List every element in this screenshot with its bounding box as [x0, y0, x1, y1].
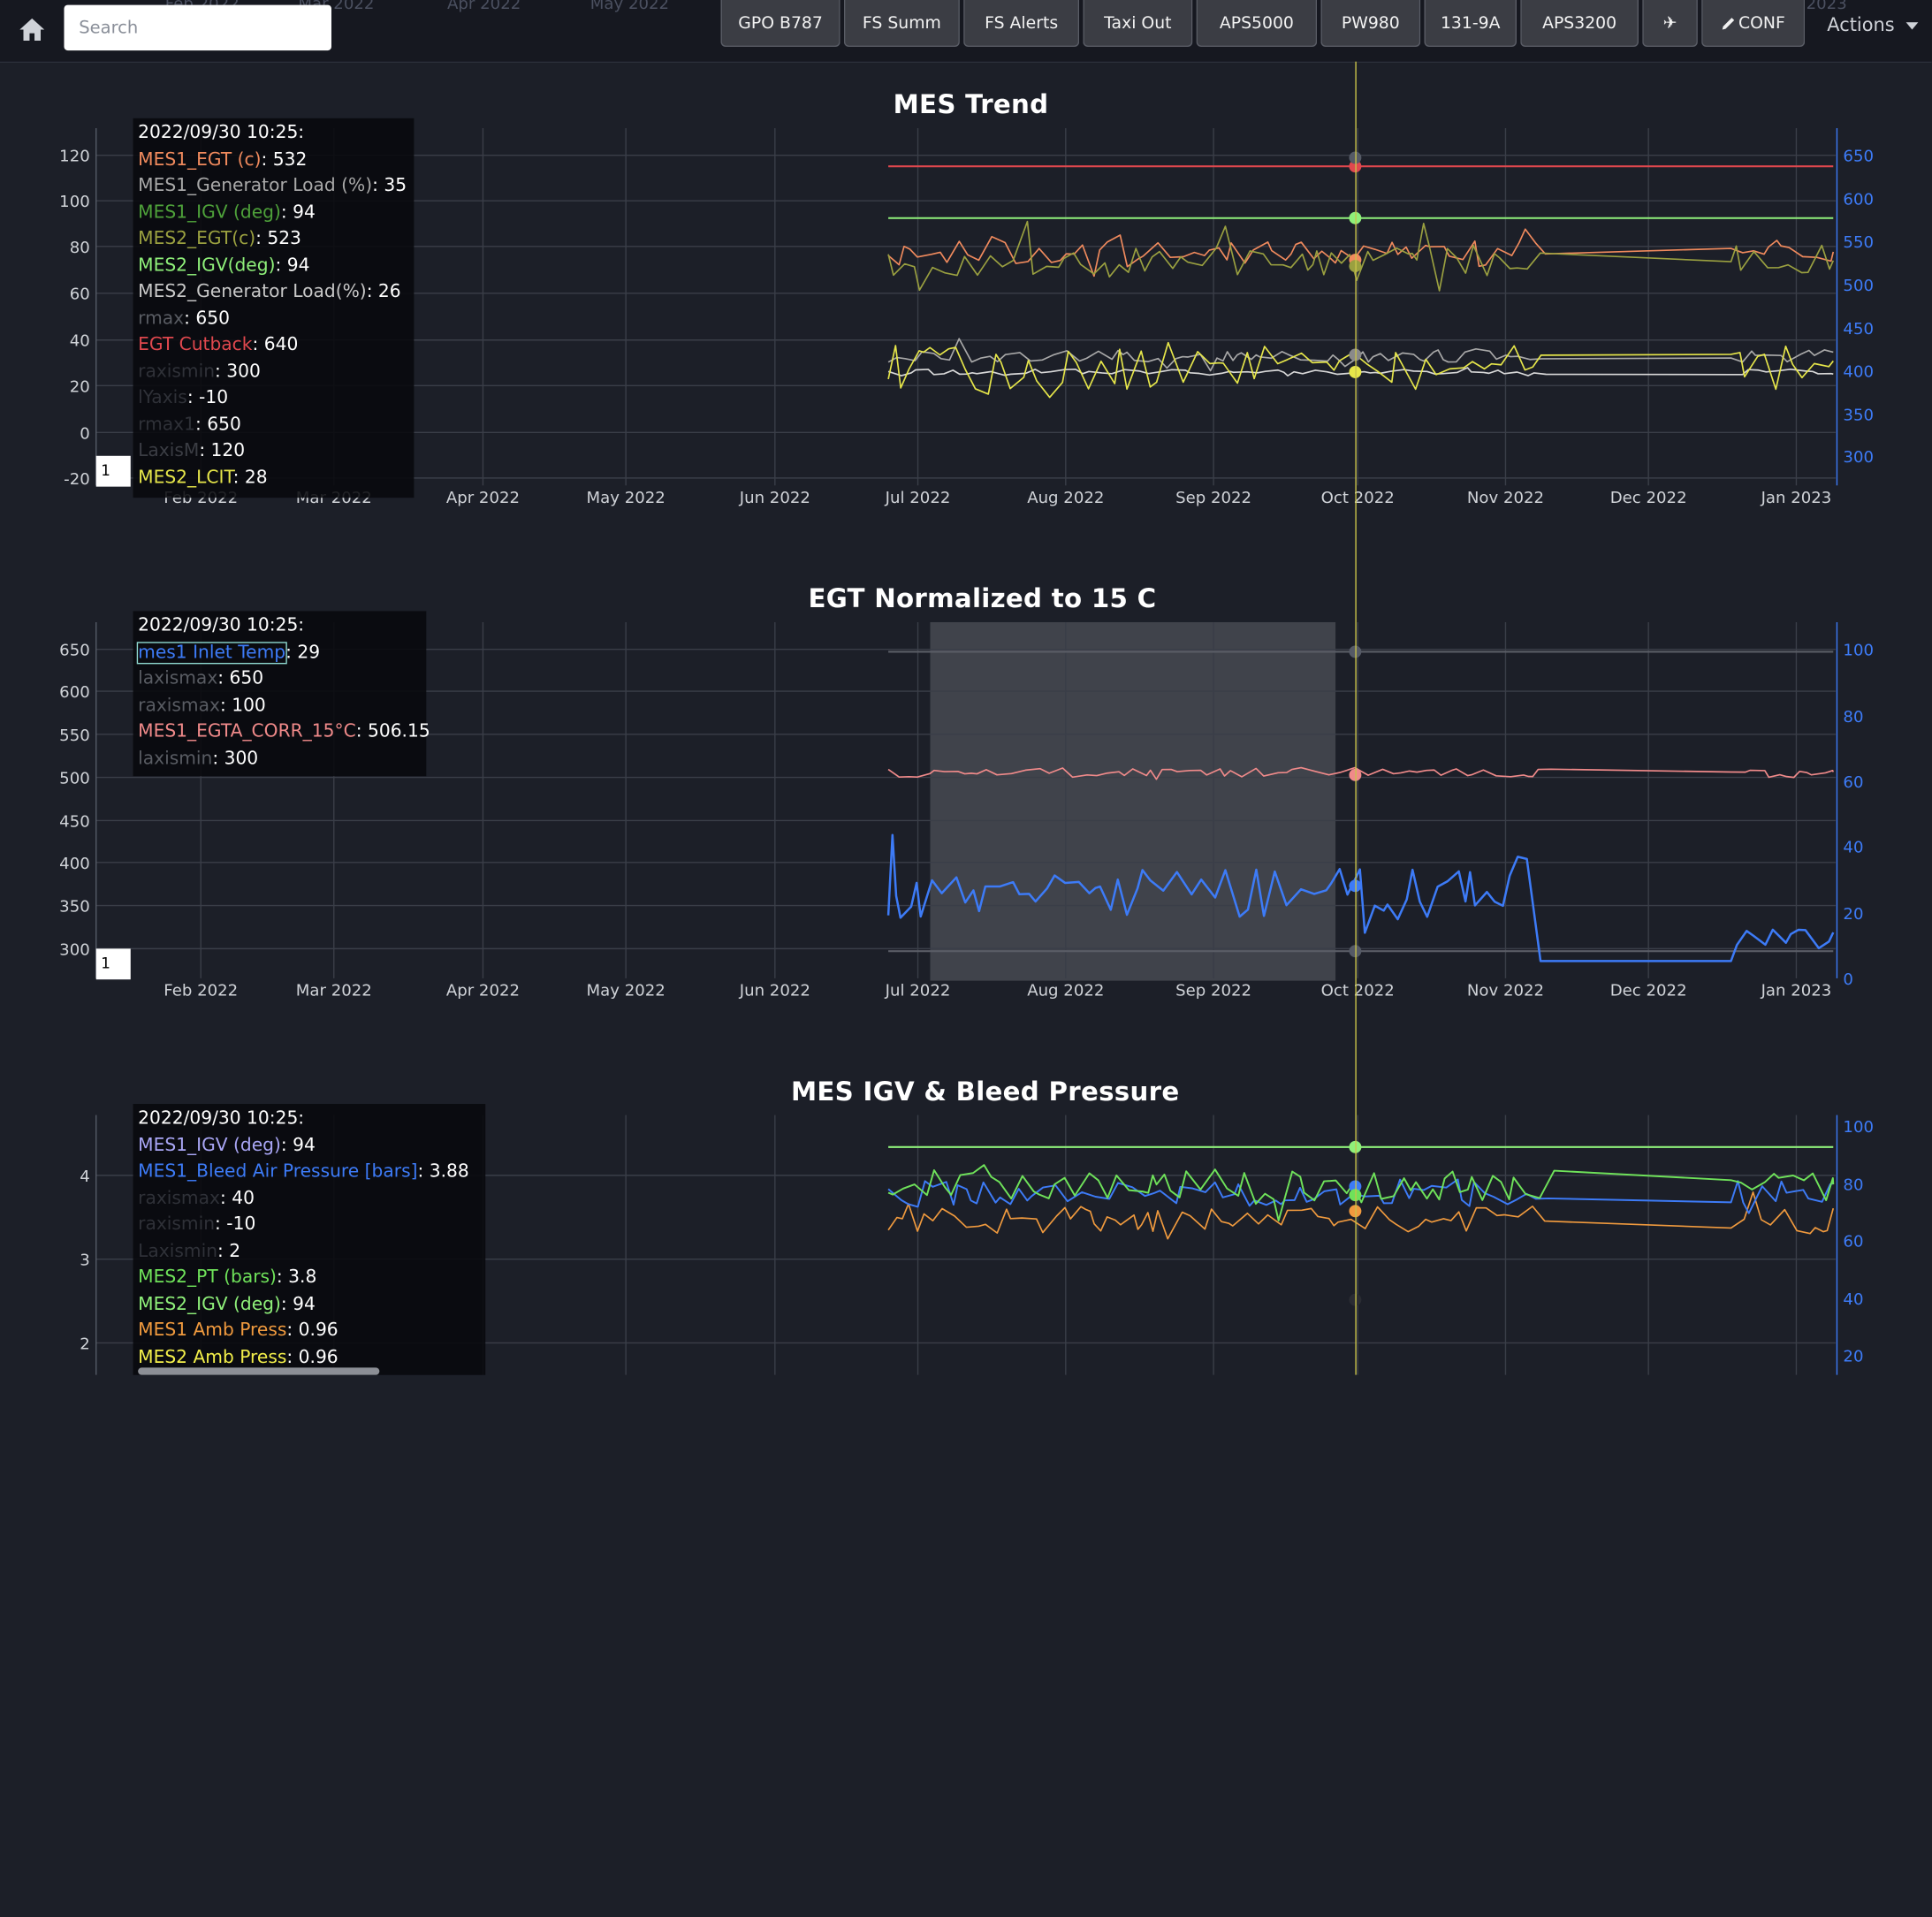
tooltip-series-label: MES2 Amb Press — [138, 1347, 287, 1367]
tooltip-series-value: : 0.96 — [286, 1320, 338, 1341]
tooltip-row: Laxismin: 2 — [138, 1239, 481, 1266]
hover-crosshair-line — [1355, 61, 1357, 1375]
tooltip-series-value: : 94 — [280, 1135, 316, 1155]
tooltip-date: 2022/09/30 10:25: — [138, 1108, 305, 1129]
tooltip-row: MES2_PT (bars): 3.8 — [138, 1266, 481, 1292]
tooltip-series-label: MES1_IGV (deg) — [138, 1135, 281, 1155]
tooltip-series-label: MES2_IGV (deg) — [138, 1294, 281, 1314]
tooltip-series-value: : 2 — [217, 1241, 241, 1261]
tooltip-series-value: : 3.8 — [276, 1267, 317, 1288]
left-y-tick-label: 3 — [80, 1251, 90, 1270]
tooltip-row: raxismin: -10 — [138, 1213, 481, 1239]
tooltip-series-label: MES2_PT (bars) — [138, 1267, 277, 1288]
igv-bleed-hover-tooltip: 2022/09/30 10:25: MES1_IGV (deg): 94 MES1_… — [133, 1104, 486, 1375]
tooltip-series-label: Laxismin — [138, 1241, 218, 1261]
dashboard-viewport: Feb 2022 Mar 2022 Apr 2022 May 2022 2023… — [0, 0, 1932, 1375]
tooltip-series-value: : 94 — [280, 1294, 316, 1314]
tooltip-series-value: : 40 — [219, 1188, 255, 1208]
right-y-tick-label: 40 — [1843, 1290, 1863, 1309]
tooltip-series-label: raxismax — [138, 1188, 220, 1208]
right-y-tick-label: 80 — [1843, 1176, 1863, 1195]
tooltip-series-value: : -10 — [215, 1214, 256, 1235]
tooltip-row: raxismax: 40 — [138, 1186, 481, 1213]
tooltip-series-label: MES1 Amb Press — [138, 1320, 287, 1341]
tooltip-series-label: raxismin — [138, 1214, 216, 1235]
right-y-tick-label: 60 — [1843, 1233, 1863, 1251]
horizontal-scrollbar[interactable] — [138, 1367, 380, 1375]
tooltip-series-label: MES1_Bleed Air Pressure [bars] — [138, 1161, 418, 1182]
tooltip-row: MES1 Amb Press: 0.96 — [138, 1319, 481, 1345]
tooltip-series-value: : 3.88 — [417, 1161, 469, 1182]
mes1-amb-press-series — [887, 1191, 1835, 1240]
right-y-tick-label: 20 — [1843, 1347, 1863, 1365]
tooltip-row: MES2_IGV (deg): 94 — [138, 1292, 481, 1319]
tooltip-row: MES1_Bleed Air Pressure [bars]: 3.88 — [138, 1160, 481, 1186]
left-y-tick-label: 2 — [80, 1335, 90, 1353]
left-y-tick-label: 4 — [80, 1168, 90, 1186]
right-y-tick-label: 100 — [1843, 1118, 1874, 1137]
tooltip-series-value: : 0.96 — [286, 1347, 338, 1367]
tooltip-row: MES1_IGV (deg): 94 — [138, 1133, 481, 1160]
